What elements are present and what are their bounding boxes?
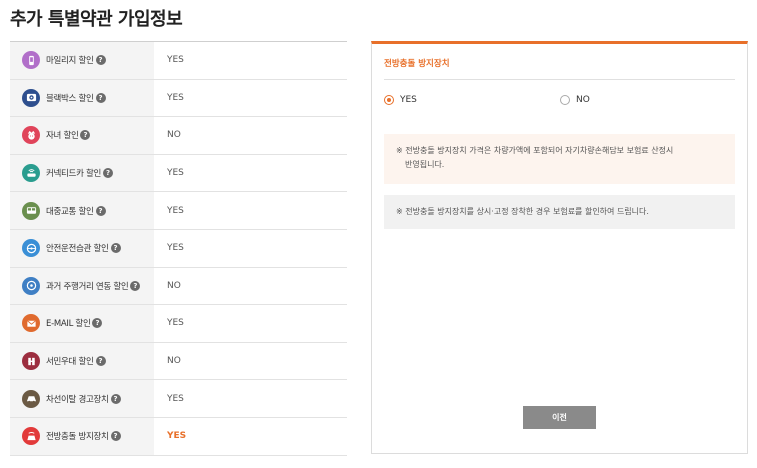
help-icon[interactable]: ? xyxy=(110,431,121,442)
black-box-camera-icon xyxy=(22,88,40,107)
help-icon[interactable]: ? xyxy=(95,55,106,66)
option-label-cell: 마일리지 할인? xyxy=(10,42,154,79)
option-row[interactable]: 커넥티드카 할인? YES xyxy=(10,154,347,193)
radio-no-circle[interactable] xyxy=(560,95,570,105)
help-icon[interactable]: ? xyxy=(95,356,106,367)
child-face-icon xyxy=(22,126,40,145)
option-row[interactable]: 차선이탈 경고장치? YES xyxy=(10,380,347,418)
option-label-cell: 블랙박스 할인? xyxy=(10,79,154,117)
previous-button[interactable]: 이전 xyxy=(523,406,596,429)
special-terms-table: 마일리지 할인? YES 블랙박스 할인? YES 자녀 할인? NO 커넥티드카 할인? Y… xyxy=(10,41,347,456)
option-label-cell: 과거 주행거리 연동 할인? xyxy=(10,267,154,305)
price-notice-line-2: 반영됩니다. xyxy=(405,160,445,169)
option-label: 전방충돌 방지장치 xyxy=(46,432,109,443)
option-value: NO xyxy=(167,130,181,141)
option-row[interactable]: 블랙박스 할인? YES xyxy=(10,79,347,118)
option-label-cell: 전방충돌 방지장치? xyxy=(10,417,154,455)
option-value: YES xyxy=(167,318,184,329)
detail-panel: 전방충돌 방지장치 YES NO ※ 전방충돌 방지장치 가격은 차량가액에 포… xyxy=(371,41,748,454)
help-icon[interactable]: ? xyxy=(92,318,103,329)
option-value: YES xyxy=(167,431,187,442)
citizen-icon xyxy=(22,352,40,371)
connected-car-icon xyxy=(22,164,40,183)
help-icon[interactable]: ? xyxy=(95,205,106,216)
radio-yes-circle[interactable] xyxy=(384,95,394,105)
panel-divider xyxy=(384,79,735,80)
option-label: 블랙박스 할인 xyxy=(46,93,94,104)
mileage-phone-icon xyxy=(22,51,40,70)
page-title: 추가 특별약관 가입정보 xyxy=(10,9,183,30)
option-row[interactable]: 전방충돌 방지장치? YES xyxy=(10,417,347,456)
forward-collision-car-icon xyxy=(22,427,40,446)
option-row[interactable]: 안전운전습관 할인? YES xyxy=(10,229,347,268)
discount-notice-text: ※ 전방충돌 방지장치를 상시·고정 장착한 경우 보험료를 할인하여 드립니다… xyxy=(396,207,649,216)
option-label: E-MAIL 할인 xyxy=(46,319,91,330)
option-label-cell: E-MAIL 할인? xyxy=(10,305,154,342)
help-icon[interactable]: ? xyxy=(80,130,91,141)
steering-wheel-icon xyxy=(22,239,40,258)
option-row[interactable]: 자녀 할인? NO xyxy=(10,117,347,155)
help-icon[interactable]: ? xyxy=(110,243,121,254)
help-icon[interactable]: ? xyxy=(95,92,106,103)
help-icon[interactable]: ? xyxy=(103,168,114,179)
option-value: YES xyxy=(167,168,184,179)
radio-no-label[interactable]: NO xyxy=(576,95,590,105)
radio-yes-option[interactable]: YES xyxy=(384,95,417,105)
option-label: 마일리지 할인 xyxy=(46,56,94,67)
option-label-cell: 대중교통 할인? xyxy=(10,192,154,229)
option-row[interactable]: 과거 주행거리 연동 할인? NO xyxy=(10,267,347,306)
option-value: YES xyxy=(167,55,184,66)
discount-notice: ※ 전방충돌 방지장치를 상시·고정 장착한 경우 보험료를 할인하여 드립니다… xyxy=(384,195,735,229)
option-label: 과거 주행거리 연동 할인 xyxy=(46,281,129,292)
option-row[interactable]: E-MAIL 할인? YES xyxy=(10,305,347,343)
bus-icon xyxy=(22,201,40,220)
panel-title: 전방충돌 방지장치 xyxy=(384,59,450,69)
option-row[interactable]: 대중교통 할인? YES xyxy=(10,192,347,230)
option-value: NO xyxy=(167,280,181,291)
lane-departure-car-icon xyxy=(22,389,40,408)
option-label: 커넥티드카 할인 xyxy=(46,169,102,180)
option-value: YES xyxy=(167,393,184,404)
odometer-icon xyxy=(22,276,40,295)
option-label-cell: 차선이탈 경고장치? xyxy=(10,380,154,417)
option-label-cell: 커넥티드카 할인? xyxy=(10,154,154,192)
price-notice: ※ 전방충돌 방지장치 가격은 차량가액에 포함되어 자기차량손해담보 보험료 … xyxy=(384,134,735,184)
price-notice-line-1: ※ 전방충돌 방지장치 가격은 차량가액에 포함되어 자기차량손해담보 보험료 … xyxy=(396,146,674,155)
help-icon[interactable]: ? xyxy=(110,393,121,404)
option-label: 자녀 할인 xyxy=(46,131,79,142)
option-label: 안전운전습관 할인 xyxy=(46,244,109,255)
option-value: YES xyxy=(167,243,184,254)
option-row[interactable]: 마일리지 할인? YES xyxy=(10,42,347,80)
option-label-cell: 자녀 할인? xyxy=(10,117,154,154)
option-row[interactable]: 서민우대 할인? NO xyxy=(10,342,347,381)
help-icon[interactable]: ? xyxy=(130,280,141,291)
radio-no-option[interactable]: NO xyxy=(560,95,590,105)
option-label-cell: 안전운전습관 할인? xyxy=(10,229,154,267)
option-value: NO xyxy=(167,356,181,367)
option-value: YES xyxy=(167,92,184,103)
email-icon xyxy=(22,314,40,333)
option-label: 대중교통 할인 xyxy=(46,206,94,217)
option-label: 차선이탈 경고장치 xyxy=(46,394,109,405)
option-label: 서민우대 할인 xyxy=(46,357,94,368)
radio-yes-label[interactable]: YES xyxy=(400,95,417,105)
option-label-cell: 서민우대 할인? xyxy=(10,342,154,380)
option-value: YES xyxy=(167,205,184,216)
